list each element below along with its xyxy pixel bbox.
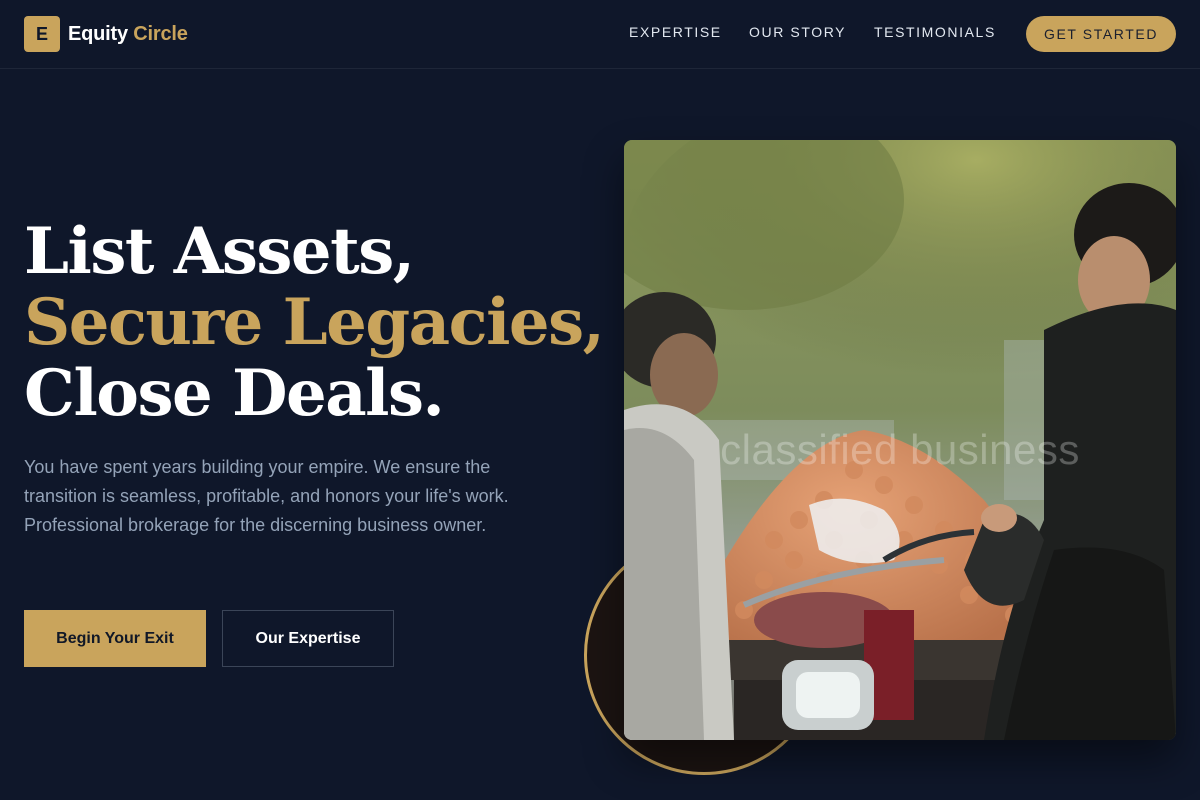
hero-description: You have spent years building your empir… bbox=[24, 457, 509, 535]
headline-line-3: Close Deals. bbox=[24, 356, 445, 431]
get-started-button[interactable]: GET STARTED bbox=[1026, 16, 1176, 52]
nav-links: EXPERTISE OUR STORY TESTIMONIALS bbox=[0, 24, 1200, 44]
our-expertise-button[interactable]: Our Expertise bbox=[222, 610, 394, 667]
nav-link-our-story[interactable]: OUR STORY bbox=[749, 24, 846, 40]
hero-headline: List Assets, Secure Legacies, Close Deal… bbox=[24, 214, 605, 431]
hero-photo: classified business bbox=[624, 140, 1176, 740]
image-watermark: classified business bbox=[720, 426, 1080, 473]
headline-line-2: Secure Legacies, bbox=[24, 285, 605, 360]
top-navigation: E Equity Circle EXPERTISE OUR STORY TEST… bbox=[0, 0, 1200, 69]
headline-line-1: List Assets, bbox=[24, 214, 415, 289]
nav-link-expertise[interactable]: EXPERTISE bbox=[629, 24, 722, 40]
begin-your-exit-button[interactable]: Begin Your Exit bbox=[24, 610, 206, 667]
landing-page: E Equity Circle EXPERTISE OUR STORY TEST… bbox=[0, 0, 1200, 800]
nav-link-testimonials[interactable]: TESTIMONIALS bbox=[874, 24, 996, 40]
